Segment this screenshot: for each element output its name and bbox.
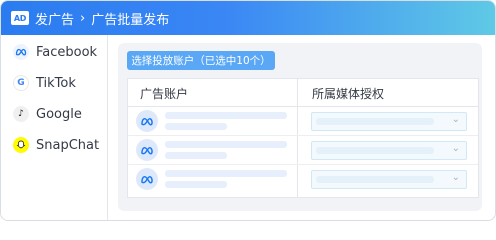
chevron-down-icon: ⌄ xyxy=(451,143,460,154)
account-id-placeholder xyxy=(165,181,227,188)
select-value-placeholder xyxy=(316,176,434,183)
meta-icon xyxy=(136,168,158,190)
chevron-down-icon: ⌄ xyxy=(451,172,460,183)
account-id-placeholder xyxy=(165,152,227,159)
breadcrumb-root[interactable]: 发广告 xyxy=(35,9,74,28)
select-accounts-button[interactable]: 选择投放账户（已选中10个） xyxy=(127,51,275,70)
sidebar-item-snapchat[interactable]: SnapChat xyxy=(13,135,99,155)
google-icon: G xyxy=(13,75,29,91)
breadcrumb-current: 广告批量发布 xyxy=(91,12,170,28)
sidebar-item-facebook[interactable]: Facebook xyxy=(13,42,97,62)
breadcrumb-separator: › xyxy=(80,10,86,26)
title-bar: AD 发广告 › 广告批量发布 xyxy=(1,1,495,35)
ad-logo-icon: AD xyxy=(11,11,29,25)
table-row[interactable]: ⌄ xyxy=(128,165,478,193)
accounts-table: 广告账户 所属媒体授权 ⌄ ⌄ ⌄ xyxy=(127,78,479,198)
table-row[interactable]: ⌄ xyxy=(128,136,478,165)
table-row[interactable]: ⌄ xyxy=(128,107,478,136)
sidebar-item-google-alt[interactable]: G TikTok xyxy=(13,73,76,93)
sidebar-item-label: Facebook xyxy=(36,44,98,60)
tiktok-icon: ♪ xyxy=(13,106,29,122)
facebook-icon xyxy=(13,44,29,60)
sidebar-item-label: SnapChat xyxy=(36,137,100,153)
platform-sidebar: Facebook G TikTok ♪ Google SnapChat xyxy=(1,35,108,220)
account-name-placeholder xyxy=(165,112,287,119)
sidebar-item-tiktok[interactable]: ♪ Google xyxy=(13,104,82,124)
sidebar-item-label: Google xyxy=(36,106,82,122)
media-auth-select[interactable]: ⌄ xyxy=(311,170,467,189)
account-name-placeholder xyxy=(165,141,287,148)
account-id-placeholder xyxy=(165,123,227,130)
snapchat-icon xyxy=(13,137,29,153)
account-name-placeholder xyxy=(165,170,287,177)
meta-icon xyxy=(136,110,158,132)
sidebar-item-label: TikTok xyxy=(36,75,76,91)
media-auth-select[interactable]: ⌄ xyxy=(311,141,467,160)
media-auth-select[interactable]: ⌄ xyxy=(311,112,467,131)
select-value-placeholder xyxy=(316,147,434,154)
app-window: AD 发广告 › 广告批量发布 Facebook G TikTok ♪ Goog… xyxy=(0,0,496,221)
chevron-down-icon: ⌄ xyxy=(451,114,460,125)
column-header-account: 广告账户 xyxy=(140,87,189,101)
select-value-placeholder xyxy=(316,118,434,125)
table-header: 广告账户 所属媒体授权 xyxy=(128,79,478,107)
column-header-media-auth: 所属媒体授权 xyxy=(312,87,385,101)
meta-icon xyxy=(136,139,158,161)
